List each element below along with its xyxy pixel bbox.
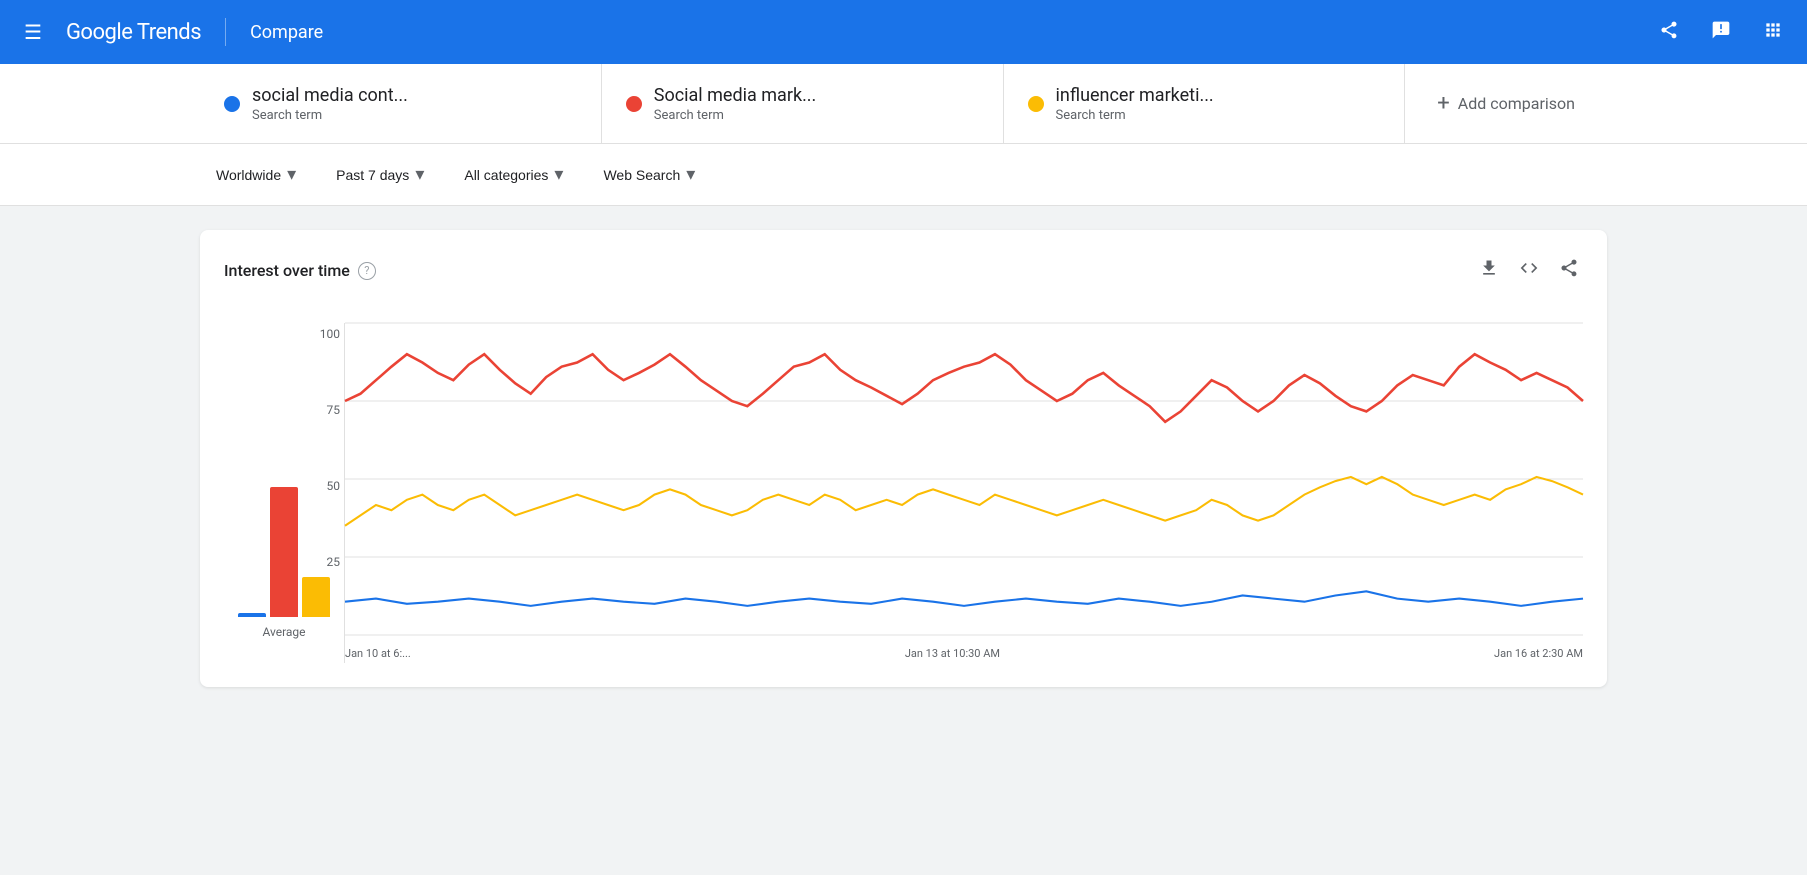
search-type-arrow: ▾ (686, 164, 695, 185)
header-divider (225, 18, 226, 46)
term1-text: social media cont... Search term (252, 85, 408, 123)
yellow-line (345, 477, 1583, 526)
y-axis-labels: 100 75 50 25 (305, 323, 340, 635)
search-bar: social media cont... Search term Social … (0, 64, 1807, 144)
card-actions (1475, 254, 1583, 287)
term2-dot (626, 96, 642, 112)
search-term-item-1[interactable]: social media cont... Search term (200, 64, 602, 143)
term1-dot (224, 96, 240, 112)
plus-icon: + (1437, 91, 1449, 116)
avg-bar-red (270, 487, 298, 617)
help-icon[interactable]: ? (358, 262, 376, 280)
x-label-2: Jan 13 at 10:30 AM (905, 647, 1000, 667)
chart-container: Average 100 75 50 25 (224, 303, 1583, 663)
term3-type: Search term (1056, 108, 1214, 123)
share-card-icon[interactable] (1555, 254, 1583, 287)
y-label-100: 100 (305, 327, 340, 341)
avg-bar-blue (238, 613, 266, 617)
red-line (345, 354, 1583, 422)
share-icon[interactable] (1651, 12, 1687, 53)
apps-icon[interactable] (1755, 12, 1791, 53)
header-title: Compare (250, 22, 323, 43)
x-label-3: Jan 16 at 2:30 AM (1494, 647, 1583, 667)
header-icons (1651, 12, 1791, 53)
time-label: Past 7 days (336, 167, 409, 183)
card-title: Interest over time (224, 261, 350, 280)
header: ☰ Google Trends Compare (0, 0, 1807, 64)
time-arrow: ▾ (415, 164, 424, 185)
filter-bar: Worldwide ▾ Past 7 days ▾ All categories… (0, 144, 1807, 206)
card-header: Interest over time ? (224, 254, 1583, 287)
y-label-25: 25 (305, 555, 340, 569)
feedback-icon[interactable] (1703, 12, 1739, 53)
card-title-row: Interest over time ? (224, 261, 376, 280)
search-type-label: Web Search (603, 167, 680, 183)
geography-filter[interactable]: Worldwide ▾ (200, 156, 312, 193)
term1-name: social media cont... (252, 85, 408, 106)
menu-icon[interactable]: ☰ (16, 12, 50, 52)
term2-type: Search term (654, 108, 817, 123)
geography-arrow: ▾ (287, 164, 296, 185)
add-comparison-label: Add comparison (1458, 94, 1575, 113)
term3-dot (1028, 96, 1044, 112)
avg-label: Average (262, 625, 305, 639)
line-chart: 100 75 50 25 (344, 323, 1583, 663)
add-comparison-button[interactable]: + Add comparison (1405, 64, 1607, 143)
category-arrow: ▾ (554, 164, 563, 185)
chart-svg (345, 323, 1583, 635)
category-filter[interactable]: All categories ▾ (448, 156, 579, 193)
embed-icon[interactable] (1515, 254, 1543, 287)
y-label-75: 75 (305, 403, 340, 417)
download-icon[interactable] (1475, 254, 1503, 287)
time-filter[interactable]: Past 7 days ▾ (320, 156, 440, 193)
term1-type: Search term (252, 108, 408, 123)
term3-text: influencer marketi... Search term (1056, 85, 1214, 123)
interest-over-time-card: Interest over time ? (200, 230, 1607, 687)
search-type-filter[interactable]: Web Search ▾ (587, 156, 711, 193)
geography-label: Worldwide (216, 167, 281, 183)
x-label-1: Jan 10 at 6:... (345, 647, 411, 667)
blue-line (345, 591, 1583, 606)
search-term-item-3[interactable]: influencer marketi... Search term (1004, 64, 1406, 143)
category-label: All categories (464, 167, 548, 183)
y-label-50: 50 (305, 479, 340, 493)
term2-name: Social media mark... (654, 85, 817, 106)
term3-name: influencer marketi... (1056, 85, 1214, 106)
x-axis: Jan 10 at 6:... Jan 13 at 10:30 AM Jan 1… (345, 639, 1583, 667)
main-content: Interest over time ? (0, 206, 1807, 711)
search-term-item-2[interactable]: Social media mark... Search term (602, 64, 1004, 143)
term2-text: Social media mark... Search term (654, 85, 817, 123)
app-logo: Google Trends (66, 20, 201, 45)
